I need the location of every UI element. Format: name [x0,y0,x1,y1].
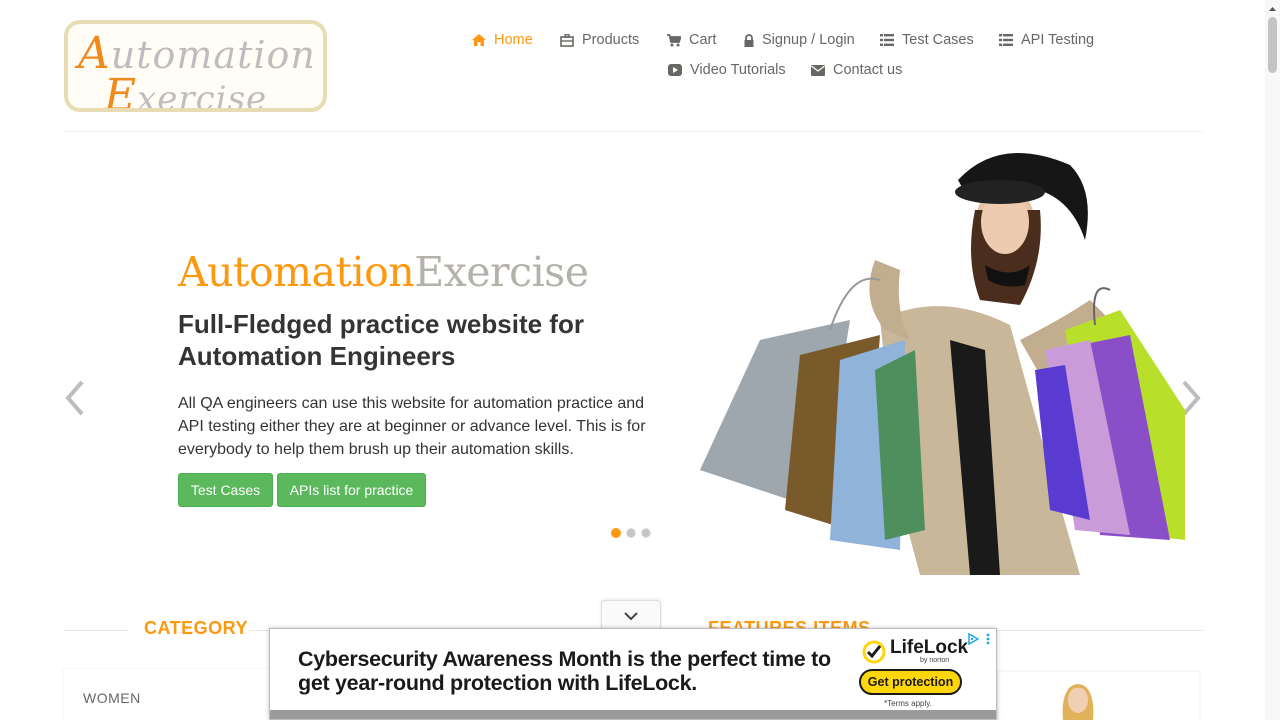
nav-home[interactable]: Home [472,32,533,48]
slider-indicators [611,528,651,538]
hero-brand-automation: Automation [178,248,415,296]
logo-letter-e: E [104,70,138,112]
nav-contact-us[interactable]: Contact us [811,62,902,78]
ad-terms: *Terms apply. [884,699,932,708]
ad-headline: Cybersecurity Awareness Month is the per… [298,647,831,695]
list-icon [999,34,1013,46]
nav-video-tutorials[interactable]: Video Tutorials [668,62,786,78]
apis-list-button[interactable]: APIs list for practice [277,473,426,507]
nav-products[interactable]: Products [560,32,639,48]
ad-brand-name: LifeLock [890,637,969,658]
hero-description: All QA engineers can use this website fo… [178,395,646,458]
nav-video-tutorials-label: Video Tutorials [690,62,786,78]
nav-signup-login[interactable]: Signup / Login [744,32,855,48]
slide-indicator-2[interactable] [626,528,636,538]
product-image [1062,684,1094,720]
category-divider-right [250,630,270,631]
nav-contact-us-label: Contact us [833,62,903,78]
chevron-left-icon [65,380,84,416]
slider-prev-button[interactable] [60,378,90,418]
hero-girl-image [700,153,1185,575]
nav-api-testing[interactable]: API Testing [999,32,1094,48]
category-divider-left [63,630,128,631]
ad-menu-icon[interactable] [986,632,990,650]
list-icon [880,34,894,46]
slide-indicator-3[interactable] [641,528,651,538]
category-title: CATEGORY [144,618,249,638]
site-header: Automation Exercise Home Products Cart S… [0,0,1280,133]
nav-test-cases[interactable]: Test Cases [880,32,974,48]
test-cases-button[interactable]: Test Cases [178,473,273,507]
home-icon [472,34,486,46]
nav-home-label: Home [494,32,533,48]
hero-brand-exercise: Exercise [414,248,589,296]
youtube-icon [668,64,682,76]
header-divider [63,131,1203,132]
hero-brand-title: AutomationExercise [178,248,589,296]
cart-icon [667,33,681,46]
nav-cart[interactable]: Cart [667,32,716,48]
caret-up-icon [1269,7,1276,11]
site-logo[interactable]: Automation Exercise [64,20,327,112]
lock-icon [744,33,754,47]
get-protection-button[interactable]: Get protection [859,669,962,695]
category-women[interactable]: WOMEN [83,690,141,706]
nav-signup-login-label: Signup / Login [762,32,855,48]
chevron-down-icon [624,611,638,620]
lifelock-logo: LifeLock by norton [862,637,969,664]
ad-bottom-bar [270,710,996,719]
page-scrollbar[interactable] [1265,0,1280,720]
envelope-icon [811,64,825,76]
ad-collapse-button[interactable] [601,600,661,630]
products-icon [560,33,574,47]
lifelock-ad-banner[interactable]: Cybersecurity Awareness Month is the per… [269,628,997,720]
ad-brand-sub: by norton [920,657,950,664]
logo-word-exercise: xercise [137,79,268,112]
scroll-up-button[interactable] [1266,2,1279,14]
lifelock-check-icon [862,640,886,663]
nav-api-testing-label: API Testing [1021,32,1095,48]
nav-products-label: Products [582,32,640,48]
hero-headline: Full-Fledged practice website for Automa… [178,309,584,371]
adchoices-icon[interactable] [967,632,980,650]
features-divider [997,630,1203,631]
nav-test-cases-label: Test Cases [902,32,974,48]
slide-indicator-1[interactable] [611,528,621,538]
scrollbar-thumb[interactable] [1268,17,1277,73]
nav-cart-label: Cart [689,32,717,48]
